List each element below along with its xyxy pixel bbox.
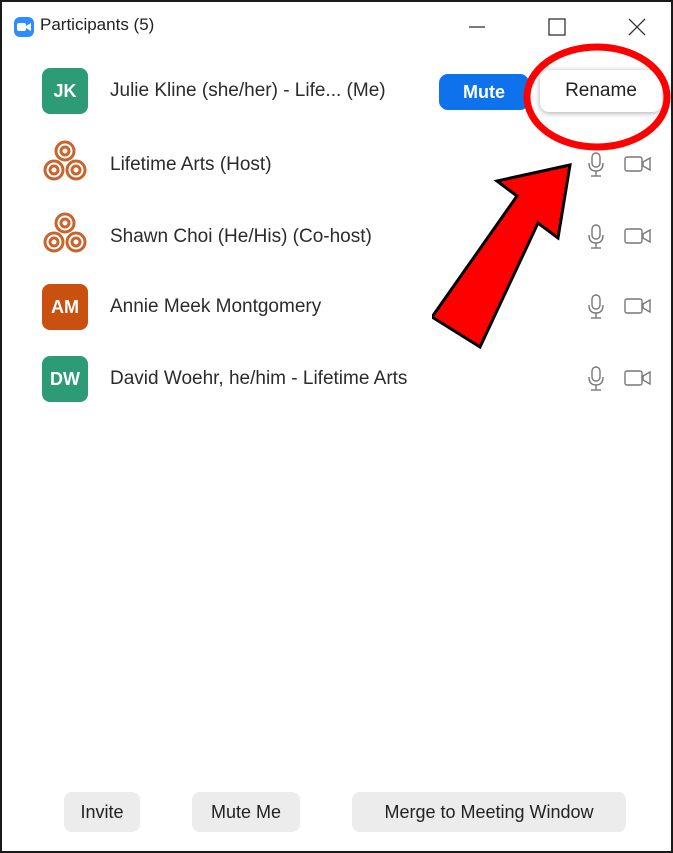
maximize-button[interactable] bbox=[534, 2, 580, 52]
participant-row[interactable]: AM Annie Meek Montgomery bbox=[2, 272, 671, 344]
video-camera-icon[interactable] bbox=[624, 227, 652, 245]
avatar: JK bbox=[42, 68, 88, 114]
rename-button[interactable]: Rename bbox=[540, 70, 662, 112]
avatar: DW bbox=[42, 356, 88, 402]
microphone-icon[interactable] bbox=[587, 152, 605, 178]
video-camera-icon[interactable] bbox=[624, 369, 652, 387]
video-camera-icon[interactable] bbox=[624, 297, 652, 315]
participant-name: Julie Kline (she/her) - Life... (Me) bbox=[110, 80, 386, 101]
maximize-icon bbox=[548, 18, 566, 36]
close-icon bbox=[628, 18, 646, 36]
mute-me-button[interactable]: Mute Me bbox=[192, 792, 300, 832]
close-button[interactable] bbox=[614, 2, 660, 52]
video-camera-icon[interactable] bbox=[624, 155, 652, 173]
invite-button[interactable]: Invite bbox=[64, 792, 140, 832]
lifetime-arts-logo-avatar bbox=[42, 210, 88, 256]
participant-name: David Woehr, he/him - Lifetime Arts bbox=[110, 368, 408, 389]
participants-window: Participants (5) JK Julie Kline (she/her… bbox=[0, 0, 673, 853]
participant-name: Annie Meek Montgomery bbox=[110, 296, 322, 317]
participant-row[interactable]: Shawn Choi (He/His) (Co-host) bbox=[2, 200, 671, 272]
minimize-icon bbox=[469, 26, 485, 28]
zoom-app-icon bbox=[14, 17, 34, 37]
participant-row[interactable]: Lifetime Arts (Host) bbox=[2, 128, 671, 200]
window-title: Participants (5) bbox=[40, 15, 155, 34]
microphone-icon[interactable] bbox=[587, 224, 605, 250]
microphone-icon[interactable] bbox=[587, 366, 605, 392]
participant-name: Shawn Choi (He/His) (Co-host) bbox=[110, 226, 372, 247]
avatar: AM bbox=[42, 284, 88, 330]
mute-button[interactable]: Mute bbox=[439, 74, 529, 110]
title-bar: Participants (5) bbox=[2, 2, 671, 52]
microphone-icon[interactable] bbox=[587, 294, 605, 320]
lifetime-arts-logo-avatar bbox=[42, 138, 88, 184]
participant-name: Lifetime Arts (Host) bbox=[110, 154, 272, 175]
participant-row[interactable]: DW David Woehr, he/him - Lifetime Arts bbox=[2, 344, 671, 416]
minimize-button[interactable] bbox=[454, 2, 500, 52]
merge-to-meeting-window-button[interactable]: Merge to Meeting Window bbox=[352, 792, 626, 832]
